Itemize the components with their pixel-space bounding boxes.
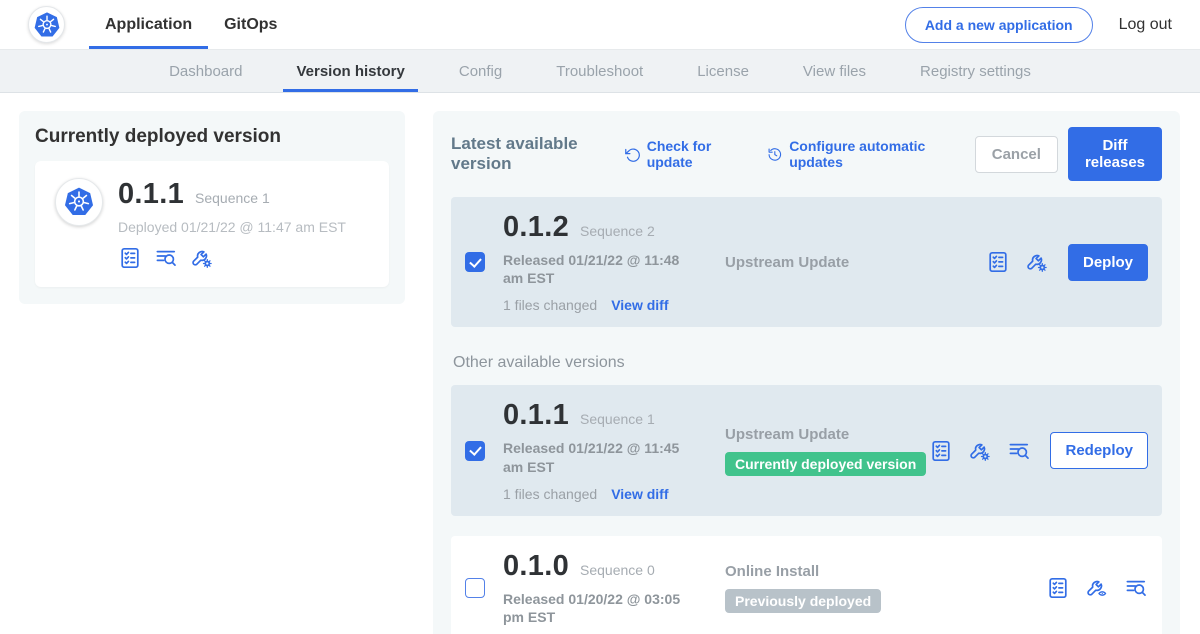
currently-deployed-badge: Currently deployed version <box>725 452 926 476</box>
version-checkbox[interactable] <box>465 252 485 272</box>
configure-automatic-updates-button[interactable]: Configure automatic updates <box>767 138 949 170</box>
tab-license[interactable]: License <box>670 50 776 92</box>
currently-deployed-title: Currently deployed version <box>35 126 389 148</box>
view-config-icon[interactable] <box>1085 576 1109 600</box>
latest-available-title: Latest available version <box>451 134 610 174</box>
nav-item-application[interactable]: Application <box>89 0 208 49</box>
version-checkbox[interactable] <box>465 578 485 598</box>
deployed-sequence-label: Sequence 1 <box>195 190 270 206</box>
deployed-version-card: 0.1.1 Sequence 1 Deployed 01/21/22 @ 11:… <box>35 161 389 287</box>
refresh-icon <box>624 145 640 164</box>
source-label: Upstream Update <box>725 254 986 271</box>
app-kubernetes-icon <box>55 178 103 226</box>
add-application-button[interactable]: Add a new application <box>905 7 1093 43</box>
previously-deployed-badge: Previously deployed <box>725 589 881 613</box>
cancel-button[interactable]: Cancel <box>975 136 1058 173</box>
clock-refresh-icon <box>767 145 783 164</box>
version-row-0-1-0: 0.1.0 Sequence 0 Released 01/20/22 @ 03:… <box>451 536 1162 634</box>
tab-registry-settings[interactable]: Registry settings <box>893 50 1058 92</box>
sequence-label: Sequence 2 <box>580 223 655 239</box>
released-timestamp: Released 01/21/22 @ 11:48 am EST <box>503 251 699 287</box>
top-header: Application GitOps Add a new application… <box>0 0 1200 50</box>
tab-view-files[interactable]: View files <box>776 50 893 92</box>
version-number: 0.1.0 <box>503 550 569 583</box>
available-versions-panel: Latest available version Check for updat… <box>433 111 1180 634</box>
view-diff-link[interactable]: View diff <box>611 297 668 313</box>
redeploy-button[interactable]: Redeploy <box>1050 432 1148 469</box>
version-checkbox[interactable] <box>465 441 485 461</box>
view-logs-icon[interactable] <box>1124 576 1148 600</box>
edit-config-icon[interactable] <box>190 246 214 270</box>
version-row-0-1-2: 0.1.2 Sequence 2 Released 01/21/22 @ 11:… <box>451 197 1162 327</box>
edit-config-icon[interactable] <box>1025 250 1049 274</box>
preflight-checks-icon[interactable] <box>986 250 1010 274</box>
tab-dashboard[interactable]: Dashboard <box>142 50 269 92</box>
files-changed-label: 1 files changed <box>503 486 597 502</box>
view-logs-icon[interactable] <box>154 246 178 270</box>
source-label: Upstream Update <box>725 426 929 443</box>
view-diff-link[interactable]: View diff <box>611 486 668 502</box>
top-nav: Application GitOps <box>89 0 293 49</box>
currently-deployed-card: Currently deployed version 0.1.1 Sequenc… <box>19 111 405 304</box>
preflight-checks-icon[interactable] <box>929 439 953 463</box>
sequence-label: Sequence 0 <box>580 562 655 578</box>
diff-releases-button[interactable]: Diff releases <box>1068 127 1162 181</box>
app-tab-bar: Dashboard Version history Config Trouble… <box>0 50 1200 93</box>
check-for-update-button[interactable]: Check for update <box>624 138 740 170</box>
released-timestamp: Released 01/21/22 @ 11:45 am EST <box>503 439 699 475</box>
tab-config[interactable]: Config <box>432 50 529 92</box>
deployed-timestamp: Deployed 01/21/22 @ 11:47 am EST <box>118 219 346 235</box>
logout-button[interactable]: Log out <box>1119 16 1172 34</box>
released-timestamp: Released 01/20/22 @ 03:05 pm EST <box>503 590 699 626</box>
other-versions-title: Other available versions <box>453 354 1160 372</box>
deploy-button[interactable]: Deploy <box>1068 244 1148 281</box>
view-logs-icon[interactable] <box>1007 439 1031 463</box>
version-number: 0.1.1 <box>503 399 569 432</box>
version-row-0-1-1: 0.1.1 Sequence 1 Released 01/21/22 @ 11:… <box>451 385 1162 515</box>
deployed-version-number: 0.1.1 <box>118 178 184 211</box>
edit-config-icon[interactable] <box>968 439 992 463</box>
files-changed-label: 1 files changed <box>503 297 597 313</box>
nav-item-gitops[interactable]: GitOps <box>208 0 293 49</box>
sequence-label: Sequence 1 <box>580 411 655 427</box>
preflight-checks-icon[interactable] <box>1046 576 1070 600</box>
version-number: 0.1.2 <box>503 211 569 244</box>
source-label: Online Install <box>725 563 1046 580</box>
kubernetes-logo-icon <box>28 6 65 43</box>
tab-troubleshoot[interactable]: Troubleshoot <box>529 50 670 92</box>
preflight-checks-icon[interactable] <box>118 246 142 270</box>
tab-version-history[interactable]: Version history <box>269 50 431 92</box>
